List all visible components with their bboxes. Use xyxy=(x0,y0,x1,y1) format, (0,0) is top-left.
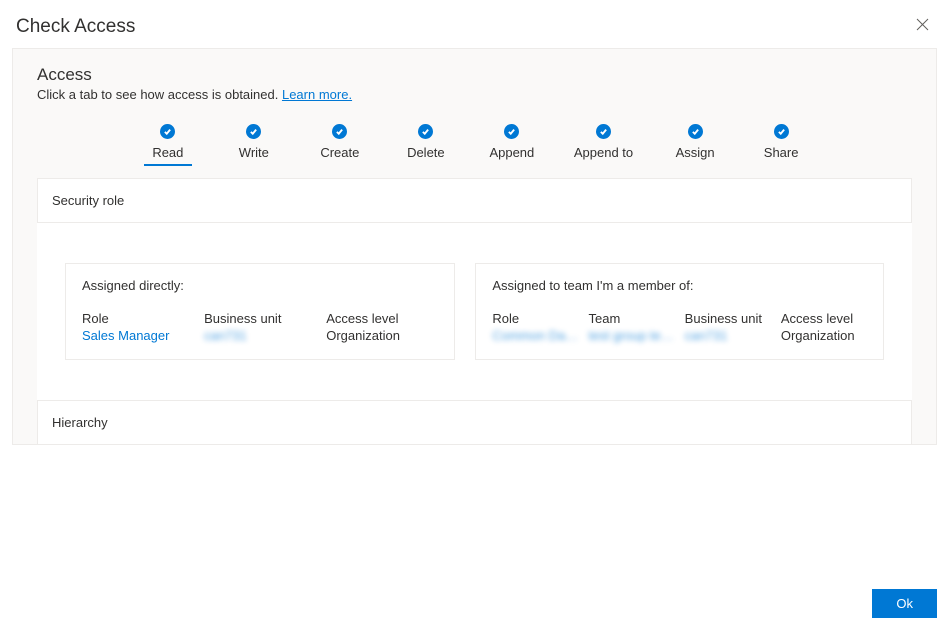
security-role-heading: Security role xyxy=(52,193,897,208)
tab-label: Append to xyxy=(574,145,633,160)
assigned-directly-title: Assigned directly: xyxy=(82,278,438,293)
tabs-row: Read Write Create Delete Append Append to Assi… xyxy=(37,124,912,166)
tab-label: Read xyxy=(152,145,183,160)
check-icon xyxy=(332,124,347,139)
tab-label: Write xyxy=(239,145,269,160)
ok-button[interactable]: Ok xyxy=(872,589,937,618)
tab-assign[interactable]: Assign xyxy=(671,124,719,166)
check-icon xyxy=(774,124,789,139)
tab-label: Create xyxy=(320,145,359,160)
tab-create[interactable]: Create xyxy=(316,124,364,166)
check-icon xyxy=(418,124,433,139)
tab-delete[interactable]: Delete xyxy=(402,124,450,166)
close-icon xyxy=(916,18,929,31)
tab-write[interactable]: Write xyxy=(230,124,278,166)
business-unit-head: Business unit xyxy=(204,311,316,326)
team-role-value[interactable]: Common Data Servi... xyxy=(492,328,578,343)
check-icon xyxy=(246,124,261,139)
team-role-head: Role xyxy=(492,311,578,326)
access-level-head: Access level xyxy=(326,311,438,326)
close-button[interactable] xyxy=(912,16,933,35)
footer: Ok xyxy=(872,589,937,618)
tab-append-to[interactable]: Append to xyxy=(574,124,633,166)
tab-read[interactable]: Read xyxy=(144,124,192,166)
assigned-team-card: Assigned to team I'm a member of: Role C… xyxy=(475,263,884,360)
check-icon xyxy=(160,124,175,139)
access-level-value: Organization xyxy=(326,328,438,343)
role-value-link[interactable]: Sales Manager xyxy=(82,328,194,343)
access-subtext-row: Click a tab to see how access is obtaine… xyxy=(37,87,912,102)
tab-label: Share xyxy=(764,145,799,160)
team-value[interactable]: test group team xyxy=(589,328,675,343)
team-bu-head: Business unit xyxy=(685,311,771,326)
team-head: Team xyxy=(589,311,675,326)
assigned-team-title: Assigned to team I'm a member of: xyxy=(492,278,867,293)
check-icon xyxy=(596,124,611,139)
dialog-title: Check Access xyxy=(16,16,135,38)
assigned-directly-card: Assigned directly: Role Sales Manager Bu… xyxy=(65,263,455,360)
hierarchy-panel: Hierarchy xyxy=(37,400,912,444)
check-icon xyxy=(504,124,519,139)
check-icon xyxy=(688,124,703,139)
tab-append[interactable]: Append xyxy=(488,124,536,166)
team-bu-value[interactable]: can731 xyxy=(685,328,771,343)
access-subtext: Click a tab to see how access is obtaine… xyxy=(37,87,282,102)
tab-label: Append xyxy=(489,145,534,160)
access-heading: Access xyxy=(37,65,912,85)
team-access-value: Organization xyxy=(781,328,867,343)
security-role-panel: Security role xyxy=(37,178,912,223)
tab-label: Delete xyxy=(407,145,445,160)
tab-share[interactable]: Share xyxy=(757,124,805,166)
learn-more-link[interactable]: Learn more. xyxy=(282,87,352,102)
tab-label: Assign xyxy=(676,145,715,160)
role-head: Role xyxy=(82,311,194,326)
business-unit-value[interactable]: can731 xyxy=(204,328,316,343)
team-access-head: Access level xyxy=(781,311,867,326)
content-frame: Access Click a tab to see how access is … xyxy=(12,48,937,445)
hierarchy-heading: Hierarchy xyxy=(52,415,897,430)
cards-area: Assigned directly: Role Sales Manager Bu… xyxy=(37,223,912,400)
